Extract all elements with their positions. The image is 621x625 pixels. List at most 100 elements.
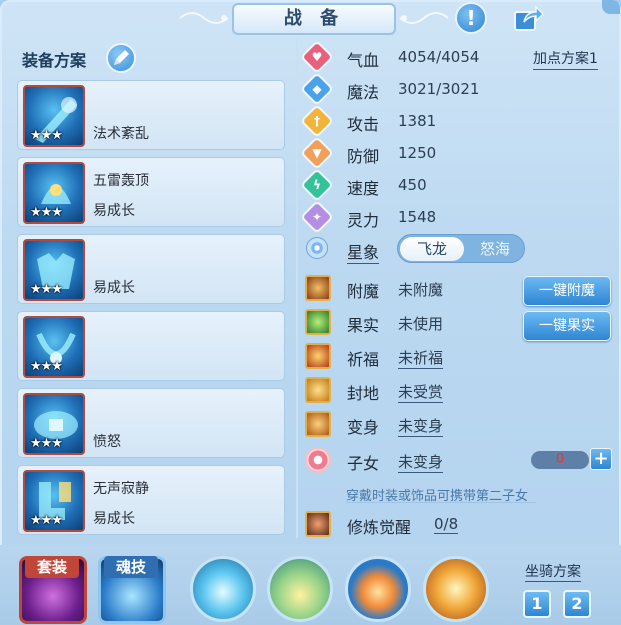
one-click-enchant-button[interactable]: 一键附魔 [523,276,611,306]
equipment-slot-belt[interactable]: ★★★ 愤怒 [17,388,285,458]
equipment-plan-title: 装备方案 [22,51,87,70]
boots-icon: ★★★ [23,470,85,532]
mana-icon: ◆ [300,72,334,106]
feature-blessing: 祈福 未祈福 [305,343,615,371]
stat-attack: † 攻击 1381 [300,104,605,138]
panel-divider [296,38,298,538]
add-child-button[interactable]: + [590,448,612,470]
feature-transform: 变身 未变身 [305,411,615,439]
stat-value: 4054/4054 [398,48,480,66]
window-title: 战 备 [232,3,396,35]
heart-icon: ♥ [300,40,334,74]
feature-value[interactable]: 未变身 [398,451,444,473]
sword-icon: † [300,104,334,138]
blessing-icon [305,343,331,369]
stat-label: 速度 [347,179,380,198]
slot-stars: ★★★ [30,128,63,143]
children-icon [305,447,331,473]
stat-label: 魔法 [347,83,380,102]
exclamation-icon: ! [466,6,476,30]
mount-plan-1-button[interactable]: 1 [523,590,551,618]
necklace-icon: ★★★ [23,316,85,378]
skill-slot-2[interactable] [267,556,333,622]
slot-stars: ★★★ [30,359,63,374]
stat-value: 1548 [398,208,437,226]
equipment-slot-boots[interactable]: ★★★ 无声寂静 易成长 [17,465,285,535]
speed-icon: ϟ [300,168,334,202]
feature-label: 封地 [347,384,380,403]
pencil-icon [114,50,129,65]
armor-icon: ★★★ [23,239,85,301]
feature-label: 变身 [347,418,380,437]
star-sign-label[interactable]: 星象 [347,239,380,264]
feature-value[interactable]: 未变身 [398,415,444,437]
feature-value: 未使用 [398,315,444,333]
title-ornament-right [399,12,449,24]
stat-value: 1250 [398,144,437,162]
slot-stars: ★★★ [30,513,63,528]
slot-line2: 易成长 [93,203,135,219]
slot-line2: 法术紊乱 [93,126,149,142]
close-corner-icon[interactable] [602,0,620,14]
skill-slot-3[interactable] [345,556,411,622]
equipment-slot-helmet[interactable]: ★★★ 五雷轰顶 易成长 [17,157,285,227]
slot-line1: 五雷轰顶 [93,173,149,189]
stat-value: 450 [398,176,427,194]
slot-line2: 易成长 [93,511,135,527]
equipment-slot-weapon[interactable]: ★★★ 法术紊乱 [17,80,285,150]
stat-label: 防御 [347,147,380,166]
feature-value[interactable]: 未受赏 [398,381,444,403]
feature-label: 附魔 [347,282,380,301]
feature-value[interactable]: 未祈福 [398,347,444,369]
belt-icon: ★★★ [23,393,85,455]
stat-defense: ▼ 防御 1250 [300,136,605,170]
fruit-icon [305,309,331,335]
add-point-plan-link[interactable]: 加点方案1 [533,48,598,70]
equipment-slot-necklace[interactable]: ★★★ [17,311,285,381]
skill-slot-4[interactable] [423,556,489,622]
stat-label: 灵力 [347,211,380,230]
weapon-icon: ★★★ [23,85,85,147]
equipment-slot-armor[interactable]: ★★★ 易成长 [17,234,285,304]
feature-value[interactable]: 0/8 [434,515,459,534]
feature-label: 果实 [347,316,380,335]
feature-fief: 封地 未受赏 [305,377,615,405]
slot-stars: ★★★ [30,282,63,297]
stat-label: 攻击 [347,115,380,134]
spirit-icon: ✦ [300,200,334,234]
stat-spirit: ✦ 灵力 1548 [300,200,605,234]
mount-plan-title[interactable]: 坐骑方案 [525,561,581,582]
help-button[interactable]: ! [455,2,487,34]
one-click-fruit-button[interactable]: 一键果实 [523,311,611,341]
toggle-option-nuhai[interactable]: 怒海 [466,237,524,261]
set-tag: 套装 [25,556,79,578]
star-sign-toggle[interactable]: 飞龙 怒海 [397,234,525,263]
slot-line2: 愤怒 [93,434,121,450]
feature-label: 祈福 [347,350,380,369]
title-ornament-left [179,12,229,24]
feature-label: 子女 [347,454,380,473]
share-button[interactable] [512,3,544,35]
feature-cultivation: 修炼觉醒 0/8 [305,511,615,539]
share-icon [514,5,544,31]
shield-icon: ▼ [300,136,334,170]
stat-speed: ϟ 速度 450 [300,168,605,202]
helmet-icon: ★★★ [23,162,85,224]
skill-slot-1[interactable] [190,556,256,622]
star-sign-icon [306,237,328,259]
mount-plan-2-button[interactable]: 2 [563,590,591,618]
toggle-option-feilong[interactable]: 飞龙 [400,237,464,261]
enchant-icon [305,275,331,301]
stat-label: 气血 [347,51,380,70]
edit-plan-button[interactable] [106,43,136,73]
feature-value: 未附魔 [398,281,444,299]
hint-divider [346,502,536,503]
transform-icon [305,411,331,437]
feature-label: 修炼觉醒 [347,518,412,537]
stat-value: 3021/3021 [398,80,480,98]
child-count: 0 [555,452,565,467]
slot-line2: 易成长 [93,280,135,296]
cultivation-icon [305,511,331,537]
fief-icon [305,377,331,403]
stat-value: 1381 [398,112,437,130]
